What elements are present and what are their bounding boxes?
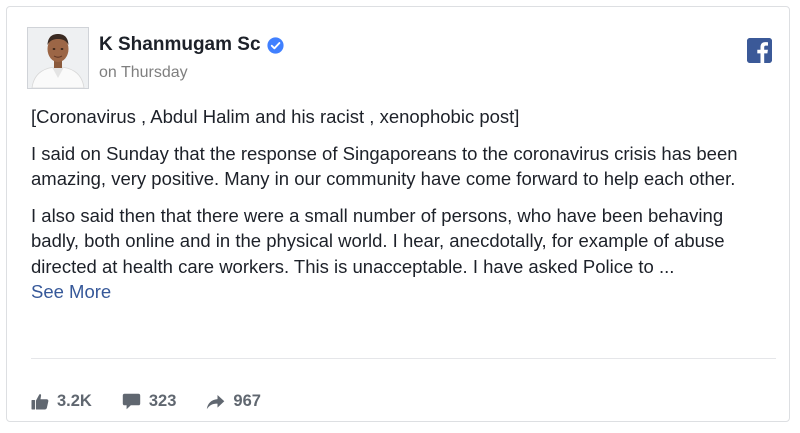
author-avatar[interactable] (27, 27, 89, 89)
divider (31, 358, 776, 359)
post-timestamp[interactable]: on Thursday (99, 64, 188, 82)
embedded-post-card: K Shanmugam Sc on Thursday [Coronavirus … (6, 6, 790, 422)
post-paragraph-title: [Coronavirus , Abdul Halim and his racis… (31, 106, 520, 127)
post-body: [Coronavirus , Abdul Halim and his racis… (31, 104, 776, 305)
facebook-logo-icon[interactable] (747, 38, 772, 63)
comments-count-button[interactable]: 323 (122, 392, 177, 411)
avatar-photo (28, 28, 88, 88)
see-more-link[interactable]: See More (31, 279, 111, 305)
author-header: K Shanmugam Sc (99, 34, 284, 56)
comment-bubble-icon (122, 393, 141, 410)
share-arrow-icon (207, 394, 225, 409)
author-name[interactable]: K Shanmugam Sc (99, 34, 261, 56)
engagement-stats: 3.2K 323 967 (31, 392, 291, 411)
post-paragraph: I said on Sunday that the response of Si… (31, 142, 738, 190)
post-paragraph-text: I also said then that there were a small… (31, 204, 725, 277)
likes-count-button[interactable]: 3.2K (31, 392, 92, 411)
comments-count: 323 (148, 392, 177, 410)
post-paragraph: I also said then that there were a small… (31, 203, 776, 305)
shares-count-button[interactable]: 967 (206, 392, 261, 411)
verified-badge-icon (266, 36, 284, 54)
thumbs-up-icon (31, 394, 49, 410)
likes-count: 3.2K (57, 392, 92, 410)
shares-count: 967 (233, 392, 261, 410)
